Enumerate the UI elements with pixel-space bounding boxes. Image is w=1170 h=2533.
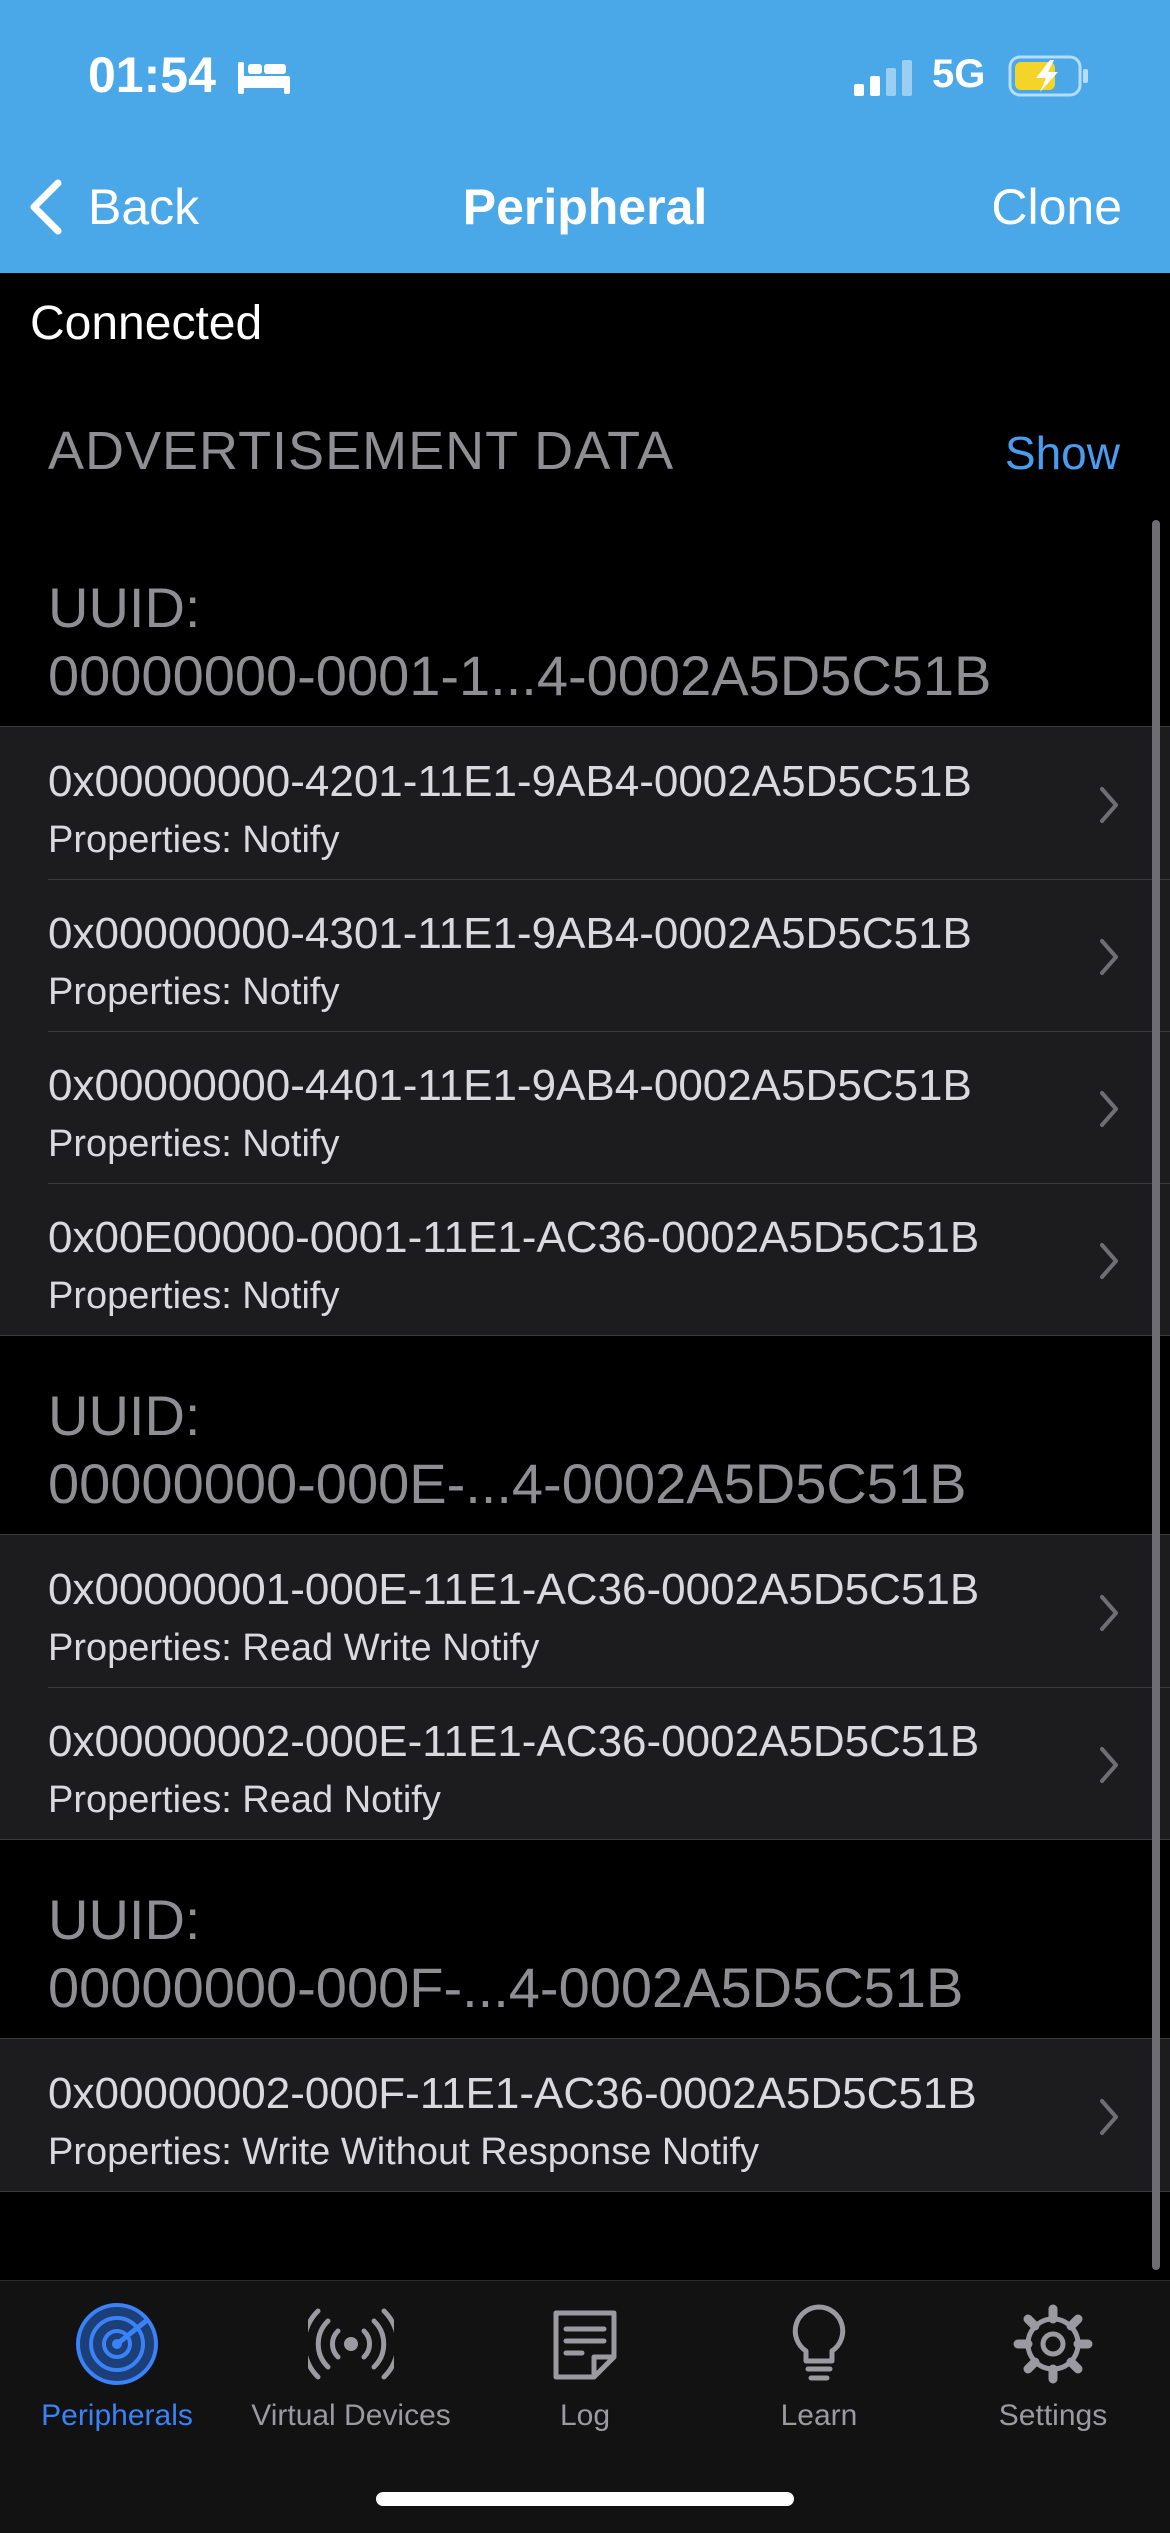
show-advertisement-button[interactable]: Show [1005, 426, 1120, 480]
chevron-right-icon [1100, 1091, 1118, 1127]
tab-log[interactable]: Log [468, 2301, 702, 2433]
characteristic-properties: Properties: Write Without Response Notif… [48, 2131, 760, 2173]
signal-icon [854, 60, 912, 96]
tab-label: Log [559, 2399, 611, 2432]
characteristic-row[interactable]: 0x00E00000-0001-11E1-AC36-0002A5D5C51B P… [0, 1183, 1170, 1335]
status-time: 01:54 [88, 47, 216, 103]
characteristic-row[interactable]: 0x00000000-4201-11E1-9AB4-0002A5D5C51B P… [0, 727, 1170, 879]
characteristic-properties: Properties: Read Write Notify [48, 1627, 540, 1669]
characteristic-properties: Properties: Notify [48, 1123, 340, 1165]
service-header: UUID: 00000000-0001-1...4-0002A5D5C51B [48, 574, 991, 710]
tab-label: Peripherals [41, 2399, 193, 2432]
tab-learn[interactable]: Learn [702, 2301, 936, 2433]
characteristic-properties: Properties: Notify [48, 819, 340, 861]
chevron-right-icon [1100, 1595, 1118, 1631]
connection-status: Connected [30, 297, 263, 350]
scrollbar[interactable] [1152, 520, 1160, 2270]
bed-icon [238, 62, 290, 94]
service-header: UUID: 00000000-000E-...4-0002A5D5C51B [48, 1382, 966, 1518]
characteristic-uuid: 0x00E00000-0001-11E1-AC36-0002A5D5C51B [48, 1213, 980, 1262]
service-uuid-label: UUID: [48, 1888, 201, 1951]
characteristic-row[interactable]: 0x00000002-000E-11E1-AC36-0002A5D5C51B P… [0, 1687, 1170, 1839]
service-uuid: 00000000-000E-...4-0002A5D5C51B [48, 1452, 967, 1515]
battery-charging-icon [1008, 55, 1088, 97]
tab-settings[interactable]: Settings [936, 2301, 1170, 2433]
advertisement-header: ADVERTISEMENT DATA [48, 421, 675, 481]
chevron-right-icon [1100, 2099, 1118, 2135]
home-indicator [376, 2492, 794, 2506]
characteristic-row[interactable]: 0x00000002-000F-11E1-AC36-0002A5D5C51B P… [0, 2039, 1170, 2191]
broadcast-icon [308, 2308, 394, 2380]
chevron-right-icon [1100, 1747, 1118, 1783]
chevron-right-icon [1100, 787, 1118, 823]
tab-label: Learn [780, 2399, 858, 2432]
tab-peripherals[interactable]: Peripherals [0, 2301, 234, 2433]
tab-label: Settings [998, 2399, 1108, 2432]
characteristic-row[interactable]: 0x00000001-000E-11E1-AC36-0002A5D5C51B P… [0, 1535, 1170, 1687]
characteristic-row[interactable]: 0x00000000-4401-11E1-9AB4-0002A5D5C51B P… [0, 1031, 1170, 1183]
characteristic-list: 0x00000001-000E-11E1-AC36-0002A5D5C51B P… [0, 1534, 1170, 1840]
characteristic-properties: Properties: Notify [48, 1275, 340, 1317]
network-type: 5G [932, 52, 986, 96]
characteristic-uuid: 0x00000002-000F-11E1-AC36-0002A5D5C51B [48, 2069, 977, 2118]
characteristic-uuid: 0x00000000-4201-11E1-9AB4-0002A5D5C51B [48, 757, 972, 806]
characteristic-properties: Properties: Notify [48, 971, 340, 1013]
navigation-header: 01:54 5G Back Peripheral Clone [0, 0, 1170, 273]
characteristic-list: 0x00000000-4201-11E1-9AB4-0002A5D5C51B P… [0, 726, 1170, 1336]
characteristic-uuid: 0x00000000-4301-11E1-9AB4-0002A5D5C51B [48, 909, 972, 958]
tab-virtual-devices[interactable]: Virtual Devices [234, 2301, 468, 2433]
chevron-right-icon [1100, 939, 1118, 975]
characteristic-row[interactable]: 0x00000000-4301-11E1-9AB4-0002A5D5C51B P… [0, 879, 1170, 1031]
chevron-right-icon [1100, 1243, 1118, 1279]
characteristic-uuid: 0x00000001-000E-11E1-AC36-0002A5D5C51B [48, 1565, 980, 1614]
clone-button[interactable]: Clone [991, 178, 1122, 236]
service-uuid-label: UUID: [48, 576, 201, 639]
characteristic-list: 0x00000002-000F-11E1-AC36-0002A5D5C51B P… [0, 2038, 1170, 2192]
characteristic-uuid: 0x00000000-4401-11E1-9AB4-0002A5D5C51B [48, 1061, 972, 1110]
log-icon [553, 2310, 617, 2380]
lightbulb-icon [792, 2304, 846, 2381]
tab-label: Virtual Devices [251, 2399, 451, 2432]
service-uuid: 00000000-0001-1...4-0002A5D5C51B [48, 644, 992, 707]
characteristic-uuid: 0x00000002-000E-11E1-AC36-0002A5D5C51B [48, 1717, 980, 1766]
gear-icon [1013, 2304, 1093, 2384]
characteristic-properties: Properties: Read Notify [48, 1779, 441, 1821]
radar-icon [76, 2303, 158, 2385]
service-uuid: 00000000-000F-...4-0002A5D5C51B [48, 1956, 964, 2019]
service-header: UUID: 00000000-000F-...4-0002A5D5C51B [48, 1886, 963, 2022]
service-uuid-label: UUID: [48, 1384, 201, 1447]
